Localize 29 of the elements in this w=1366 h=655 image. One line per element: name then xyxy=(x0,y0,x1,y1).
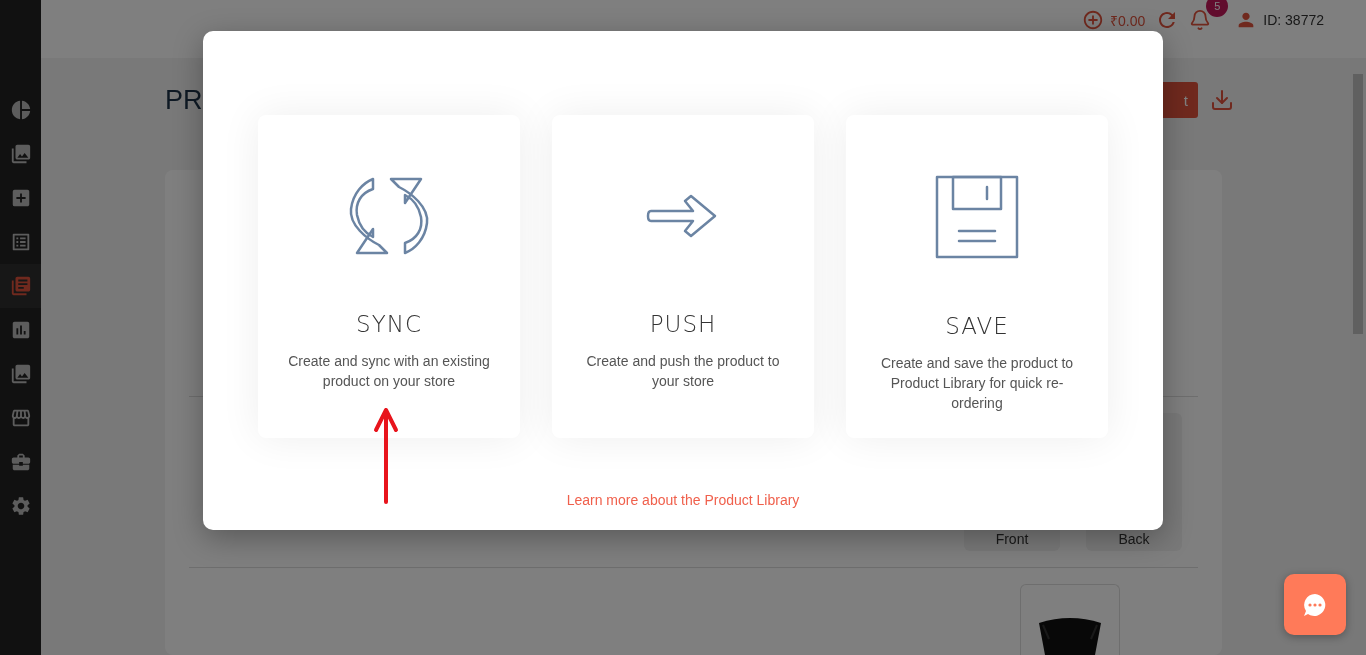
pie-chart-icon xyxy=(9,99,32,121)
briefcase-icon xyxy=(9,451,32,473)
chat-bubble-icon xyxy=(1302,591,1328,618)
notification-count: 5 xyxy=(1206,0,1229,17)
wallet-balance: ₹0.00 xyxy=(1110,11,1146,30)
download-icon[interactable] xyxy=(1210,88,1234,112)
chat-button[interactable] xyxy=(1284,574,1346,635)
sync-arrows-icon xyxy=(347,175,431,257)
option-card[interactable]: SYNC Create and sync with an existing product on your store xyxy=(258,115,520,438)
sidebar-item[interactable] xyxy=(0,264,41,308)
store-icon xyxy=(9,407,32,429)
images-icon xyxy=(9,143,32,165)
option-description: Create and push the product to your store xyxy=(585,352,781,391)
option-description: Create and save the product to Product Library for quick re-ordering xyxy=(879,354,1075,413)
user-id: ID: 38772 xyxy=(1263,12,1324,28)
library-icon xyxy=(9,275,32,297)
images-icon xyxy=(9,363,32,385)
notification-bell-icon[interactable] xyxy=(1189,9,1212,31)
page-title: PR xyxy=(165,84,203,116)
option-title: PUSH xyxy=(649,311,717,337)
option-description: Create and sync with an existing product on your store xyxy=(287,352,491,391)
product-thumbnail[interactable] xyxy=(1020,584,1120,655)
option-title: SAVE xyxy=(945,313,1009,339)
option-card[interactable]: PUSH Create and push the product to your store xyxy=(552,115,814,438)
settings-icon xyxy=(9,495,32,517)
option-title: SYNC xyxy=(356,311,422,337)
preview-label: Front xyxy=(995,531,1029,547)
option-card[interactable]: SAVE Create and save the product to Product Library for quick re-ordering xyxy=(846,115,1108,438)
preview-label: Back xyxy=(1118,531,1150,547)
